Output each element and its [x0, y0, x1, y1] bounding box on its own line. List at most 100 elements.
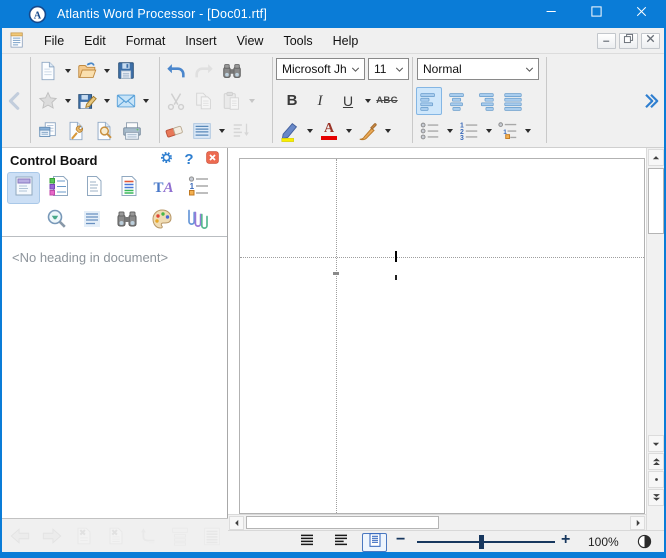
open-folder-dropdown-arrow[interactable]: [102, 57, 111, 85]
print-preview-button[interactable]: [91, 117, 117, 145]
line-spacing-dropdown-arrow[interactable]: [217, 117, 226, 145]
strikethrough-button[interactable]: ABC: [374, 87, 400, 115]
contrast-toggle-icon[interactable]: [636, 533, 654, 551]
print-button[interactable]: [119, 117, 145, 145]
cb-find-button[interactable]: [110, 205, 143, 237]
favorites-star-button[interactable]: [35, 87, 61, 115]
open-folder-button[interactable]: [74, 57, 100, 85]
save-button[interactable]: [113, 57, 139, 85]
menu-item-edit[interactable]: Edit: [74, 30, 116, 52]
zoom-slider-track[interactable]: [417, 541, 555, 543]
cb-paragraph-button[interactable]: [75, 205, 108, 237]
font-color-button[interactable]: A: [316, 117, 342, 145]
cb-overview-button[interactable]: [40, 205, 73, 237]
cb-headings-button[interactable]: [7, 172, 40, 204]
cb-clips-button[interactable]: [180, 205, 213, 237]
highlight-pen-dropdown-arrow[interactable]: [305, 117, 314, 145]
align-left-button[interactable]: [416, 87, 442, 115]
scroll-toolbar-left-chevron-icon[interactable]: [4, 88, 26, 114]
underline-button[interactable]: U: [335, 87, 361, 115]
menu-item-insert[interactable]: Insert: [175, 30, 226, 52]
italic-button[interactable]: I: [307, 87, 333, 115]
select-browse-object-button[interactable]: [648, 471, 664, 488]
vertical-scrollbar[interactable]: [646, 148, 664, 530]
help-icon: ?: [184, 151, 193, 169]
view-draft-button[interactable]: [294, 533, 319, 552]
align-center-button[interactable]: [444, 87, 470, 115]
help-button[interactable]: ?: [180, 151, 198, 169]
menu-item-file[interactable]: File: [34, 30, 74, 52]
mdi-restore-button[interactable]: [619, 33, 638, 49]
scroll-up-button[interactable]: [648, 149, 664, 166]
new-document-button[interactable]: [35, 57, 61, 85]
cb-colors-button[interactable]: [145, 205, 178, 237]
cb-lists-button[interactable]: 1: [182, 172, 215, 204]
bullet-list-dropdown-arrow[interactable]: [445, 117, 454, 145]
zoom-out-button[interactable]: −: [396, 531, 405, 549]
mdi-minimize-button[interactable]: [597, 33, 616, 49]
cb-fields-button[interactable]: [112, 172, 145, 204]
new-document-dropdown-arrow[interactable]: [63, 57, 72, 85]
find-binoculars-icon: [221, 60, 243, 82]
scroll-right-button[interactable]: [630, 516, 645, 530]
align-right-button[interactable]: [472, 87, 498, 115]
win-maximize-button[interactable]: [574, 0, 619, 28]
cb-bookmarks-button[interactable]: [42, 172, 75, 204]
scroll-toolbar-right-chevron-icon[interactable]: [640, 88, 662, 114]
send-email-dropdown-arrow[interactable]: [141, 87, 150, 115]
numbered-list-button[interactable]: 123: [456, 117, 482, 145]
save-as-button[interactable]: [74, 87, 100, 115]
numbered-list-dropdown-arrow[interactable]: [484, 117, 493, 145]
document-page[interactable]: [239, 158, 645, 514]
font-color-dropdown-arrow[interactable]: [344, 117, 353, 145]
menu-item-view[interactable]: View: [227, 30, 274, 52]
paragraph-style-combo[interactable]: Normal: [417, 58, 539, 80]
document-templates-button[interactable]: [35, 117, 61, 145]
cb-fonts-button[interactable]: TA: [147, 172, 180, 204]
align-justify-button[interactable]: [500, 87, 526, 115]
eraser-button[interactable]: [161, 117, 187, 145]
text-caret: [395, 251, 397, 262]
gear-button[interactable]: [157, 151, 175, 169]
highlight-pen-button[interactable]: [277, 117, 303, 145]
panel-close-button[interactable]: [203, 151, 221, 169]
cb-styles-button[interactable]: [77, 172, 110, 204]
multilevel-list-button[interactable]: 1: [495, 117, 521, 145]
document-viewport[interactable]: [228, 148, 646, 514]
scroll-left-button[interactable]: [229, 516, 244, 530]
margin-guide-vertical: [336, 159, 337, 513]
next-page-button[interactable]: [648, 489, 664, 506]
scroll-down-button[interactable]: [648, 435, 664, 452]
view-page-button[interactable]: [362, 533, 387, 552]
win-close-button[interactable]: [619, 0, 664, 28]
underline-dropdown-arrow[interactable]: [363, 87, 372, 115]
format-brush-button[interactable]: [355, 117, 381, 145]
view-online-button[interactable]: [328, 533, 353, 552]
mdi-close-button[interactable]: [641, 33, 660, 49]
undo-button[interactable]: [163, 57, 189, 85]
font-size-combo[interactable]: 11: [368, 58, 409, 80]
horizontal-scrollbar[interactable]: [228, 514, 646, 530]
previous-page-button[interactable]: [648, 453, 664, 470]
paste-dropdown-arrow[interactable]: [247, 87, 256, 115]
align-justify-icon: [502, 90, 524, 112]
win-minimize-button[interactable]: [529, 0, 574, 28]
find-binoculars-button[interactable]: [219, 57, 245, 85]
font-name-combo[interactable]: Microsoft Jh: [276, 58, 365, 80]
bold-button[interactable]: B: [279, 87, 305, 115]
document-tools-button[interactable]: [63, 117, 89, 145]
vertical-scrollbar-thumb[interactable]: [648, 168, 664, 234]
horizontal-scrollbar-thumb[interactable]: [246, 516, 439, 529]
bullet-list-button[interactable]: [417, 117, 443, 145]
multilevel-list-dropdown-arrow[interactable]: [523, 117, 532, 145]
zoom-slider-thumb[interactable]: [479, 535, 484, 549]
zoom-in-button[interactable]: +: [561, 531, 570, 549]
save-as-dropdown-arrow[interactable]: [102, 87, 111, 115]
menu-item-help[interactable]: Help: [323, 30, 369, 52]
menu-item-tools[interactable]: Tools: [273, 30, 322, 52]
menu-item-format[interactable]: Format: [116, 30, 176, 52]
line-spacing-button[interactable]: [189, 117, 215, 145]
format-brush-dropdown-arrow[interactable]: [383, 117, 392, 145]
send-email-button[interactable]: [113, 87, 139, 115]
favorites-star-dropdown-arrow[interactable]: [63, 87, 72, 115]
